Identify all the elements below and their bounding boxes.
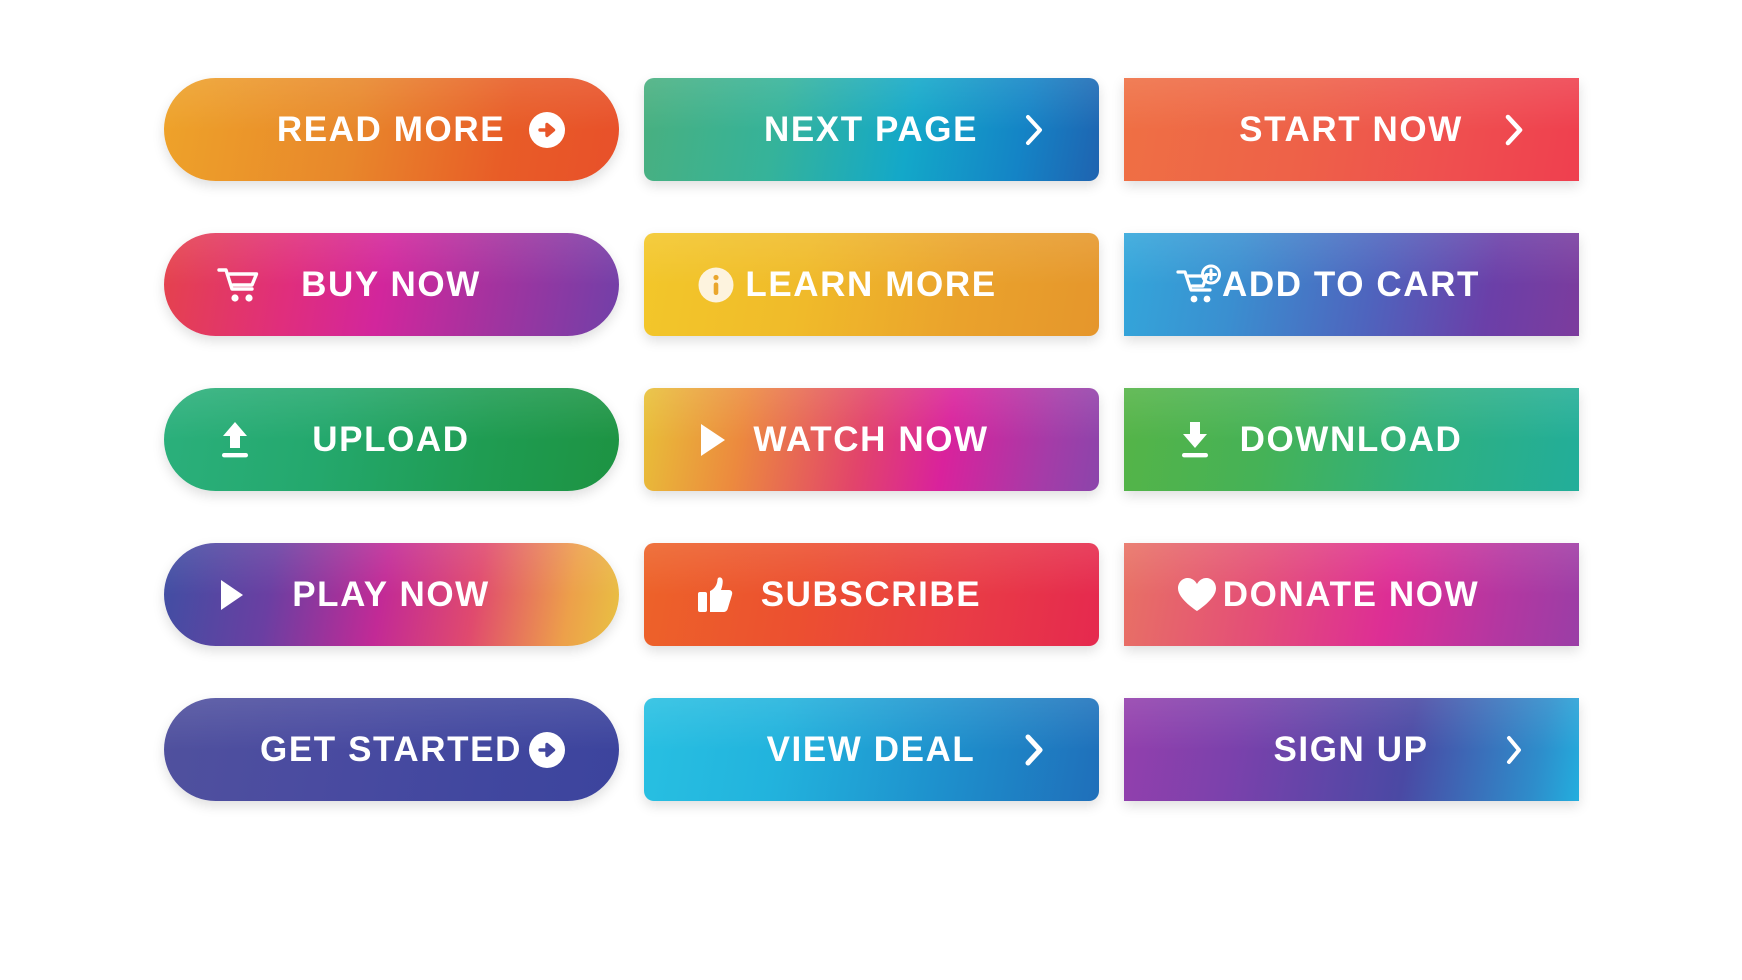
button-donate-now[interactable]: DONATE NOW <box>1123 543 1579 646</box>
button-label: GET STARTED <box>260 730 522 769</box>
info-circle-icon <box>696 265 736 305</box>
button-label: SUBSCRIBE <box>760 575 982 614</box>
button-play-now[interactable]: PLAY NOW <box>163 543 619 646</box>
play-triangle-icon <box>216 577 246 613</box>
button-label: DONATE NOW <box>1222 575 1480 614</box>
button-label: READ MORE <box>276 110 506 149</box>
button-set-canvas: READ MORE NEXT PAGE START NOW BUY NOW LE… <box>0 0 1742 980</box>
button-buy-now[interactable]: BUY NOW <box>163 233 619 336</box>
button-label: NEXT PAGE <box>763 110 979 149</box>
button-label: UPLOAD <box>312 420 470 459</box>
play-triangle-icon <box>696 421 728 459</box>
button-upload[interactable]: UPLOAD <box>163 388 619 491</box>
download-icon <box>1176 419 1214 461</box>
button-label: DOWNLOAD <box>1239 420 1463 459</box>
button-label: PLAY NOW <box>292 575 490 614</box>
button-label: ADD TO CART <box>1221 265 1481 304</box>
button-learn-more[interactable]: LEARN MORE <box>643 233 1099 336</box>
button-next-page[interactable]: NEXT PAGE <box>643 78 1099 181</box>
button-download[interactable]: DOWNLOAD <box>1123 388 1579 491</box>
thumbs-up-icon <box>696 575 734 615</box>
button-label: VIEW DEAL <box>766 730 976 769</box>
button-view-deal[interactable]: VIEW DEAL <box>643 698 1099 801</box>
button-add-to-cart[interactable]: ADD TO CART <box>1123 233 1579 336</box>
button-label: SIGN UP <box>1273 730 1429 769</box>
button-start-now[interactable]: START NOW <box>1123 78 1579 181</box>
button-label: START NOW <box>1239 110 1463 149</box>
chevron-right-icon <box>1021 110 1047 150</box>
button-get-started[interactable]: GET STARTED <box>163 698 619 801</box>
button-subscribe[interactable]: SUBSCRIBE <box>643 543 1099 646</box>
cart-plus-icon <box>1175 264 1224 306</box>
button-read-more[interactable]: READ MORE <box>163 78 619 181</box>
circle-arrow-right-icon <box>527 730 567 770</box>
shopping-cart-icon <box>216 265 260 305</box>
button-watch-now[interactable]: WATCH NOW <box>643 388 1099 491</box>
button-label: WATCH NOW <box>753 420 989 459</box>
button-label: BUY NOW <box>301 265 481 304</box>
button-label: LEARN MORE <box>745 265 997 304</box>
heart-icon <box>1176 576 1218 614</box>
upload-icon <box>216 419 254 461</box>
button-grid: READ MORE NEXT PAGE START NOW BUY NOW LE… <box>150 78 1592 801</box>
chevron-right-icon <box>1501 110 1527 150</box>
circle-arrow-right-icon <box>527 110 567 150</box>
chevron-right-icon <box>1501 730 1527 770</box>
chevron-right-icon <box>1021 730 1047 770</box>
button-sign-up[interactable]: SIGN UP <box>1123 698 1579 801</box>
